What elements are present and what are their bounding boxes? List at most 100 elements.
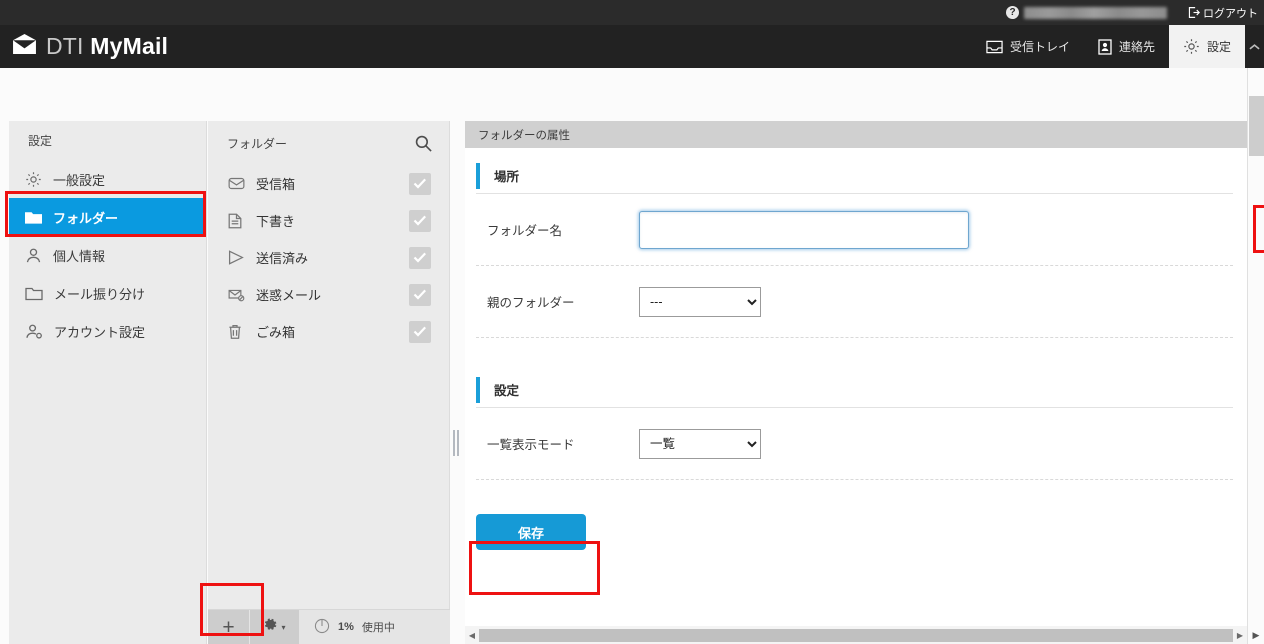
splitter-grip-line	[453, 430, 455, 456]
gear-icon	[263, 617, 278, 637]
folder-row-inbox-label: 受信箱	[256, 177, 296, 192]
save-button-row: 保存	[476, 498, 1233, 550]
folder-filled-icon	[25, 210, 42, 224]
folders-header: フォルダー	[208, 121, 449, 165]
chevron-down-icon: ▾	[281, 622, 286, 632]
hscroll-thumb[interactable]	[479, 628, 1233, 642]
quota-label: 使用中	[361, 622, 395, 634]
section-header-settings: 設定	[476, 372, 1233, 408]
logout-label: ログアウト	[1203, 7, 1258, 20]
folder-row-spam-label: 迷惑メール	[256, 288, 322, 303]
trash-icon	[228, 324, 250, 340]
folder-name-input[interactable]	[639, 210, 969, 249]
user-email-masked	[1024, 6, 1167, 19]
sidebar-item-personal-info[interactable]: 個人情報	[9, 236, 206, 274]
sidebar-item-account-settings-label: アカウント設定	[54, 324, 146, 340]
folder-outline-icon	[25, 286, 43, 301]
inbox-icon	[228, 177, 250, 190]
sidebar-item-general-label: 一般設定	[53, 172, 106, 188]
folder-row-drafts-label: 下書き	[256, 214, 296, 229]
logout-icon	[1187, 6, 1200, 19]
top-utility-bar: ? ログアウト	[0, 0, 1264, 25]
spam-icon	[228, 288, 250, 302]
panel-horizontal-scrollbar[interactable]: ◀ ▶	[465, 626, 1247, 644]
sidebar-item-folder[interactable]: フォルダー	[9, 198, 206, 236]
brand-mymail: MyMail	[90, 33, 169, 59]
section-accent-bar	[476, 162, 480, 189]
folder-row-drafts[interactable]: 下書き	[208, 202, 449, 239]
label-list-display-mode: 一覧表示モード	[487, 438, 575, 452]
search-icon[interactable]	[410, 130, 436, 156]
section-header-settings-label: 設定	[494, 384, 520, 398]
folder-row-trash[interactable]: ごみ箱	[208, 313, 449, 350]
sidebar-item-mail-filter-label: メール振り分け	[54, 286, 146, 302]
brand-dti: DTI	[46, 33, 84, 59]
folder-checkbox-spam[interactable]	[409, 283, 431, 306]
sidebar-item-general[interactable]: 一般設定	[9, 160, 206, 198]
sidebar-item-personal-info-label: 個人情報	[53, 248, 106, 264]
folders-panel: フォルダー 受信箱 下書き 送信済み 迷惑メール ごみ箱 + ▾ 1% 使用中	[208, 121, 450, 644]
sent-icon	[228, 250, 250, 265]
nav-item-contacts[interactable]: 連絡先	[1084, 25, 1169, 68]
folder-checkbox-trash[interactable]	[409, 320, 431, 343]
inbox-icon	[986, 40, 1003, 54]
save-button[interactable]: 保存	[476, 514, 586, 550]
parent-folder-select[interactable]: ---	[639, 286, 761, 317]
quota-usage-indicator: 1% 使用中	[300, 610, 395, 644]
section-header-location-label: 場所	[494, 170, 520, 184]
brand-logo[interactable]: DTI MyMail	[12, 33, 168, 60]
gear-icon	[1183, 38, 1200, 55]
form-row-list-display-mode: 一覧表示モード 一覧	[476, 408, 1233, 480]
panel-body: 場所 フォルダー名 親のフォルダー --- 設定 一覧表示モード 一覧 保存	[465, 148, 1247, 626]
folder-checkbox-drafts[interactable]	[409, 209, 431, 232]
vscroll-thumb[interactable]	[1249, 96, 1264, 156]
hscroll-track[interactable]	[479, 628, 1233, 642]
label-folder-name: フォルダー名	[487, 224, 563, 238]
sidebar-item-account-settings[interactable]: アカウント設定	[9, 312, 206, 350]
contacts-icon	[1098, 38, 1112, 55]
section-header-location: 場所	[476, 158, 1233, 194]
chevron-up-icon[interactable]	[1245, 25, 1264, 68]
quota-pie-icon	[314, 618, 330, 637]
page-vertical-scrollbar[interactable]: ▶	[1247, 68, 1264, 644]
folder-row-spam[interactable]: 迷惑メール	[208, 276, 449, 313]
folder-checkbox-inbox[interactable]	[409, 172, 431, 195]
folder-properties-panel: フォルダーの属性 場所 フォルダー名 親のフォルダー --- 設定 一覧表示モー…	[465, 121, 1247, 644]
folder-actions-menu-button[interactable]: ▾	[250, 610, 300, 644]
folders-footer-toolbar: + ▾ 1% 使用中	[208, 609, 450, 644]
navbar-items: 受信トレイ 連絡先 設定	[972, 25, 1264, 68]
sidebar-title: 設定	[28, 134, 53, 148]
scroll-right-arrow-icon[interactable]: ▶	[1233, 626, 1247, 644]
dti-mymail-app: ? ログアウト DTI MyMail 受信トレイ 連絡先 設定 設定 一般設定 …	[0, 0, 1264, 644]
sidebar-item-mail-filter[interactable]: メール振り分け	[9, 274, 206, 312]
folder-checkbox-sent[interactable]	[409, 246, 431, 269]
folder-row-sent[interactable]: 送信済み	[208, 239, 449, 276]
quota-percent: 1%	[338, 621, 354, 633]
nav-item-inbox-label: 受信トレイ	[1009, 40, 1070, 54]
draft-icon	[228, 213, 250, 229]
settings-sidebar: 設定 一般設定 フォルダー 個人情報 メール振り分け アカウント設定	[9, 121, 207, 644]
gear-icon	[25, 171, 42, 188]
list-display-mode-select[interactable]: 一覧	[639, 428, 761, 459]
envelope-icon	[12, 33, 37, 60]
brand-text: DTI MyMail	[46, 33, 168, 60]
column-splitter[interactable]	[452, 428, 460, 458]
nav-item-inbox[interactable]: 受信トレイ	[972, 25, 1084, 68]
user-gear-icon	[25, 323, 43, 340]
label-parent-folder: 親のフォルダー	[487, 296, 575, 310]
nav-item-contacts-label: 連絡先	[1118, 40, 1155, 54]
folder-row-trash-label: ごみ箱	[256, 325, 296, 340]
scroll-down-arrow-icon[interactable]: ▶	[1248, 627, 1264, 643]
section-accent-bar	[476, 376, 480, 403]
nav-item-settings-label: 設定	[1206, 40, 1231, 54]
help-circle-icon[interactable]: ?	[1006, 6, 1019, 19]
plus-icon: +	[222, 615, 235, 639]
nav-item-settings[interactable]: 設定	[1168, 25, 1245, 68]
workspace: 設定 一般設定 フォルダー 個人情報 メール振り分け アカウント設定 フォルダー…	[0, 68, 1247, 644]
scroll-left-arrow-icon[interactable]: ◀	[465, 626, 479, 644]
folder-row-inbox[interactable]: 受信箱	[208, 165, 449, 202]
logout-button[interactable]: ログアウト	[1187, 5, 1258, 21]
folders-title: フォルダー	[227, 136, 288, 151]
add-folder-button[interactable]: +	[208, 610, 250, 644]
panel-title: フォルダーの属性	[465, 121, 1247, 148]
